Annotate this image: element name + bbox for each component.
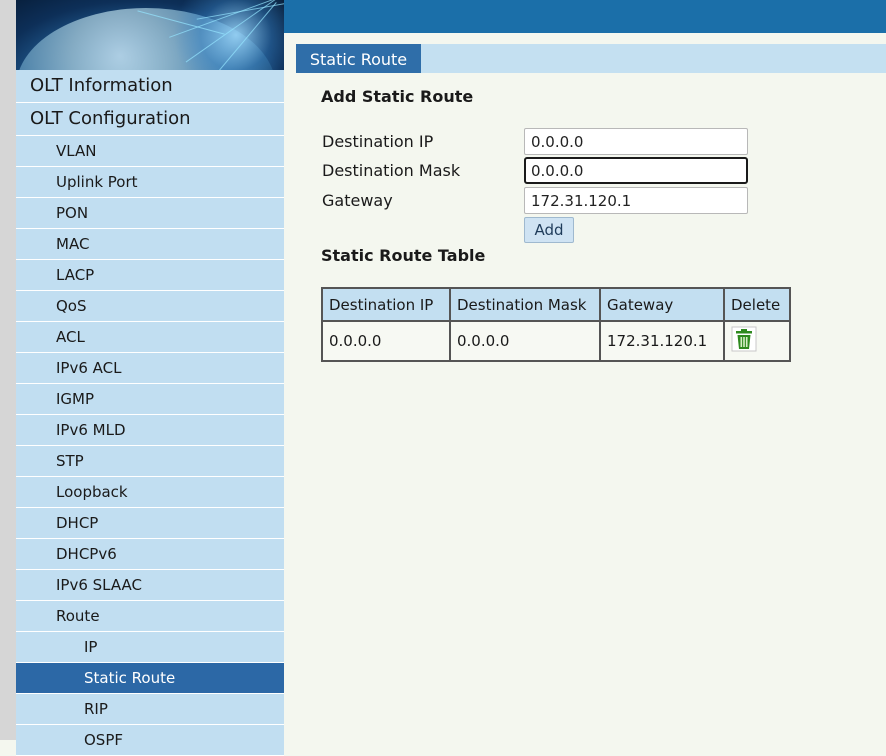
top-header-bar <box>284 0 886 33</box>
cell-destination-mask: 0.0.0.0 <box>449 320 601 362</box>
sidebar-item-loopback[interactable]: Loopback <box>16 477 284 508</box>
sidebar-item-route[interactable]: Route <box>16 601 284 632</box>
gateway-label: Gateway <box>322 191 393 210</box>
column-header-delete: Delete <box>723 287 791 322</box>
column-header-destination-ip: Destination IP <box>321 287 451 322</box>
sidebar-item-ipv6-acl[interactable]: IPv6 ACL <box>16 353 284 384</box>
sidebar-item-stp[interactable]: STP <box>16 446 284 477</box>
add-button[interactable]: Add <box>524 217 574 243</box>
sidebar-item-static-route[interactable]: Static Route <box>16 663 284 694</box>
sidebar-item-olt-configuration[interactable]: OLT Configuration <box>16 103 284 136</box>
destination-ip-label: Destination IP <box>322 132 434 151</box>
sidebar-nav: OLT Information OLT Configuration VLAN Upli… <box>16 70 284 756</box>
destination-mask-input[interactable] <box>524 157 748 184</box>
sidebar-item-olt-information[interactable]: OLT Information <box>16 70 284 103</box>
sidebar-item-rip[interactable]: RIP <box>16 694 284 725</box>
sidebar-item-ip[interactable]: IP <box>16 632 284 663</box>
sidebar-item-lacp[interactable]: LACP <box>16 260 284 291</box>
sidebar-item-acl[interactable]: ACL <box>16 322 284 353</box>
sidebar-item-mac[interactable]: MAC <box>16 229 284 260</box>
column-header-gateway: Gateway <box>599 287 725 322</box>
header-banner-image <box>16 0 284 70</box>
sidebar-item-ospf[interactable]: OSPF <box>16 725 284 756</box>
static-route-table: Destination IP Destination Mask Gateway … <box>321 287 791 362</box>
sidebar-item-dhcpv6[interactable]: DHCPv6 <box>16 539 284 570</box>
table-row: 0.0.0.0 0.0.0.0 172.31.120.1 <box>321 320 791 362</box>
gateway-input[interactable] <box>524 187 748 214</box>
destination-mask-label: Destination Mask <box>322 161 461 180</box>
sidebar-item-pon[interactable]: PON <box>16 198 284 229</box>
table-header-row: Destination IP Destination Mask Gateway … <box>321 287 791 322</box>
sidebar-item-qos[interactable]: QoS <box>16 291 284 322</box>
sidebar-item-ipv6-mld[interactable]: IPv6 MLD <box>16 415 284 446</box>
add-static-route-title: Add Static Route <box>321 87 474 106</box>
cell-destination-ip: 0.0.0.0 <box>321 320 451 362</box>
sidebar-item-vlan[interactable]: VLAN <box>16 136 284 167</box>
static-route-table-title: Static Route Table <box>321 246 486 265</box>
cell-delete <box>723 320 791 362</box>
cell-gateway: 172.31.120.1 <box>599 320 725 362</box>
destination-ip-input[interactable] <box>524 128 748 155</box>
sidebar-item-dhcp[interactable]: DHCP <box>16 508 284 539</box>
column-header-destination-mask: Destination Mask <box>449 287 601 322</box>
sidebar-item-ipv6-slaac[interactable]: IPv6 SLAAC <box>16 570 284 601</box>
tab-static-route[interactable]: Static Route <box>296 44 421 73</box>
window-edge <box>0 0 16 740</box>
sidebar-item-uplink-port[interactable]: Uplink Port <box>16 167 284 198</box>
sidebar-item-igmp[interactable]: IGMP <box>16 384 284 415</box>
tab-strip: Static Route <box>296 44 886 73</box>
trash-icon[interactable] <box>731 326 757 356</box>
